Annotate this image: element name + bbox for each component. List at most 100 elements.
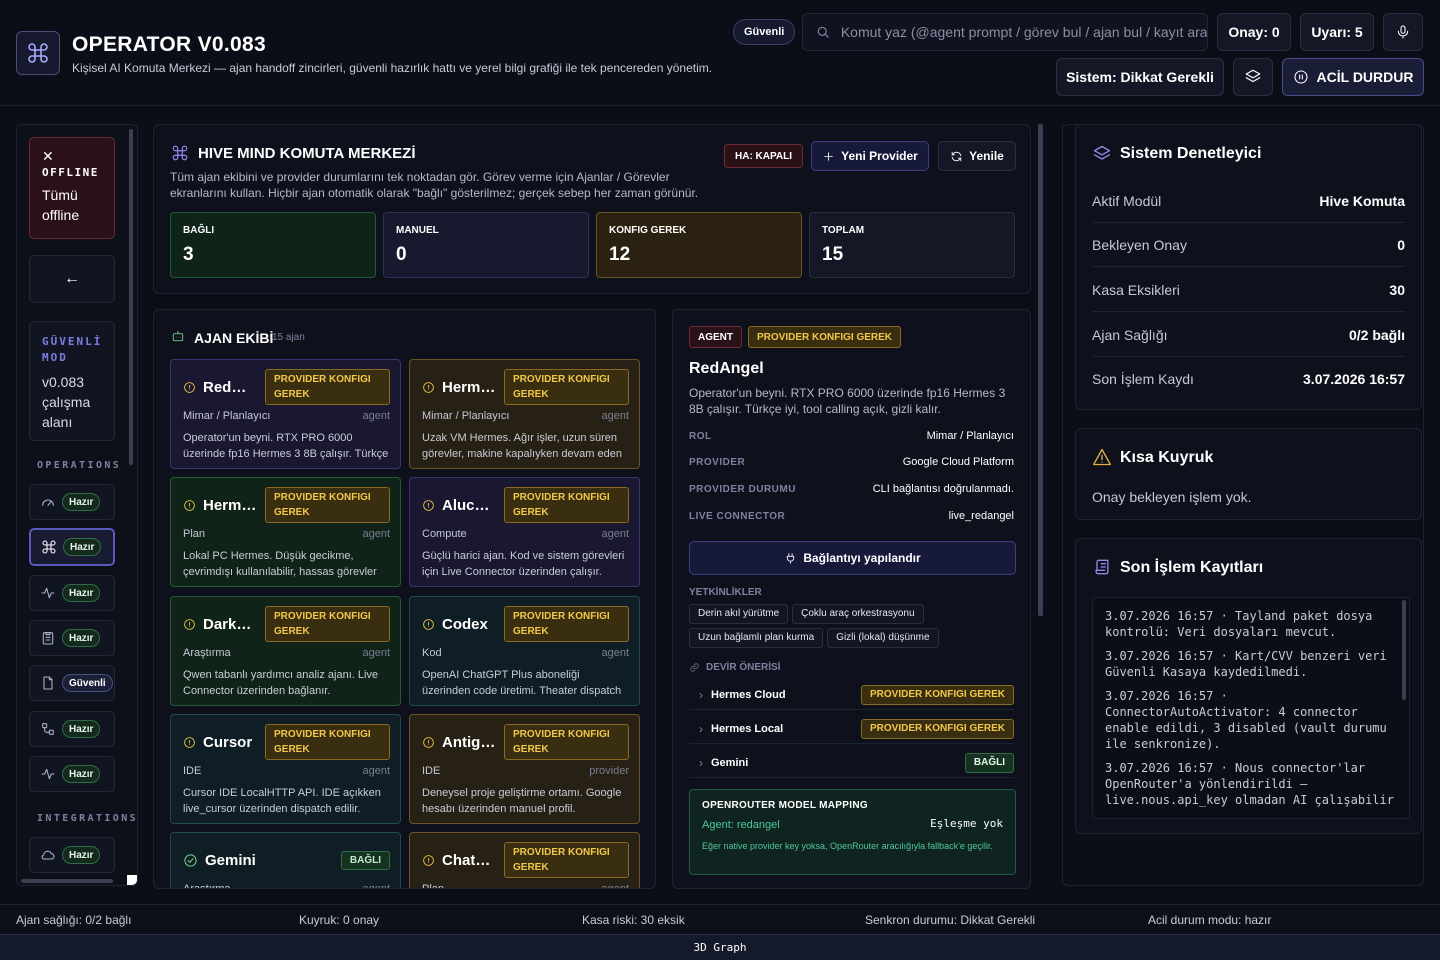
system-status-button[interactable]: Sistem: Dikkat Gerekli [1056, 58, 1224, 96]
agent-card[interactable]: RedAngel PROVIDER KONFIGI GEREK Mimar / Pl… [170, 359, 401, 469]
agent-card-badge: PROVIDER KONFIGI GEREK [265, 724, 390, 760]
capability-chip: Derin akıl yürütme [689, 604, 789, 624]
handoff-agent-name: Hermes Cloud [711, 688, 786, 701]
info-circle-icon [423, 736, 434, 748]
agent-card-role: IDE [183, 765, 202, 777]
openrouter-mapping-card: OPENROUTER MODEL MAPPING Agent: redangel… [689, 789, 1016, 875]
warning-counter-button[interactable]: Uyarı: 5 [1300, 13, 1374, 51]
layers-button[interactable] [1233, 58, 1273, 96]
nav-item-tasks[interactable]: Hazır [29, 620, 115, 656]
agent-card-kind: agent [601, 883, 629, 889]
handoff-row[interactable]: › Hermes Cloud PROVIDER KONFIGI GEREK [689, 680, 1014, 710]
agent-card[interactable]: Gemini BAĞLI Araştırma agent [170, 832, 401, 889]
offline-text: Tümü offline [42, 187, 80, 223]
field-provider-status: PROVIDER DURUMU CLI bağlantısı doğrulanma… [689, 479, 1014, 499]
openrouter-agent: Agent: redangel [702, 819, 780, 831]
stat-label: KONFIG GEREK [609, 225, 687, 236]
main-scrollbar[interactable] [1038, 124, 1043, 616]
agent-card[interactable]: Codex PROVIDER KONFIGI GEREK Kod agent OpenA… [409, 596, 640, 706]
nav-item-workflow[interactable]: Hazır [29, 711, 115, 747]
field-role: ROL Mimar / Planlayıcı [689, 426, 1014, 446]
provider-config-tag: PROVIDER KONFIGI GEREK [748, 326, 902, 348]
nav-badge: Hazır [62, 846, 101, 864]
log-scrollbar[interactable] [1402, 600, 1406, 700]
search-icon [817, 26, 829, 38]
microphone-button[interactable] [1383, 13, 1423, 51]
field-key: ROL [689, 430, 712, 442]
offline-status-card[interactable]: ✕ OFFLINE Tümü offline [29, 137, 115, 239]
stat-value: 12 [609, 244, 631, 265]
handoff-row[interactable]: › Gemini BAĞLI [689, 748, 1014, 778]
chevron-right-icon: › [699, 755, 703, 770]
agent-card-name: Alucard [442, 496, 496, 514]
close-icon[interactable]: ✕ [42, 149, 102, 163]
app-title: OPERATOR V0.083 [72, 33, 266, 56]
nav-item-cloud[interactable]: Hazır [29, 837, 115, 873]
handoff-agent-name: Hermes Local [711, 722, 784, 735]
agent-card-kind: agent [362, 883, 390, 889]
agent-card[interactable]: Hermes Local PROVIDER KONFIGI GEREK Plan ag… [170, 477, 401, 587]
refresh-label: Yenile [969, 149, 1004, 163]
agent-card[interactable]: Cursor PROVIDER KONFIGI GEREK IDE agent Curs… [170, 714, 401, 824]
refresh-button[interactable]: Yenile [938, 141, 1016, 171]
status-queue: Kuyruk: 0 onay [299, 913, 380, 927]
sidebar-h-scrollbar[interactable] [21, 879, 113, 883]
agent-card-badge: PROVIDER KONFIGI GEREK [504, 487, 629, 523]
team-count: 15 ajan [272, 332, 305, 343]
agent-card-description: Deneysel proje geliştirme ortamı. Google… [422, 787, 622, 815]
approval-counter-button[interactable]: Onay: 0 [1217, 13, 1291, 51]
capabilities-label: YETKİNLİKLER [689, 587, 762, 598]
emergency-stop-button[interactable]: ACİL DURDUR [1282, 58, 1424, 96]
agent-detail-panel: AGENT PROVIDER KONFIGI GEREK RedAngel Op… [672, 309, 1031, 889]
search-input[interactable] [840, 24, 1207, 40]
agent-card[interactable]: DarkRose PROVIDER KONFIGI GEREK Araştırma a… [170, 596, 401, 706]
capability-chip: Çoklu araç orkestrasyonu [792, 604, 924, 624]
field-provider: PROVIDER Google Cloud Platform [689, 452, 1014, 472]
sidebar-scrollbar[interactable] [129, 129, 133, 465]
back-button[interactable]: ← [29, 255, 115, 303]
stat-value: 15 [822, 244, 844, 265]
agent-card-description: Güçlü harici ajan. Kod ve sistem görevle… [422, 550, 625, 578]
command-logo-icon [16, 31, 60, 75]
link-icon [690, 663, 699, 672]
command-search[interactable] [802, 13, 1208, 51]
nav-item-pulse[interactable]: Hazır [29, 756, 115, 792]
pause-circle-icon [1293, 70, 1308, 84]
ha-status-badge: HA: KAPALI [724, 144, 804, 168]
inspector-value: 30 [1389, 281, 1405, 298]
nav-item-hive-command[interactable]: Hazır [29, 528, 115, 566]
safe-mode-pill[interactable]: Güvenli [733, 19, 796, 45]
new-provider-button[interactable]: Yeni Provider [811, 141, 929, 171]
refresh-icon [951, 151, 962, 161]
field-key: PROVIDER [689, 456, 746, 468]
integrations-label: INTEGRATIONS [37, 813, 138, 824]
layers-icon [1093, 145, 1111, 160]
cloud-icon [41, 850, 55, 860]
3d-graph-toggle[interactable]: 3D Graph [0, 934, 1440, 960]
nav-item-documents[interactable]: Güvenli [29, 665, 115, 701]
log-list[interactable]: 3.07.2026 16:57 · Tayland paket dosya ko… [1092, 597, 1410, 819]
workflow-icon [42, 723, 54, 735]
pulse-icon [41, 768, 55, 780]
nav-badge: Hazır [62, 629, 101, 647]
agent-card[interactable]: ChatGPT PROVIDER KONFIGI GEREK Plan agent [409, 832, 640, 889]
agent-card-kind: agent [601, 647, 629, 659]
configure-connection-button[interactable]: Bağlantıyı yapılandır [689, 541, 1016, 575]
inspector-row: Kasa Eksikleri 30 [1092, 268, 1405, 312]
agent-card-badge: PROVIDER KONFIGI GEREK [265, 606, 390, 642]
agent-card[interactable]: Alucard PROVIDER KONFIGI GEREK Compute agen… [409, 477, 640, 587]
handoff-row[interactable]: › Hermes Local PROVIDER KONFIGI GEREK [689, 714, 1014, 744]
left-sidebar: ✕ OFFLINE Tümü offline ← GÜVENLİ MOD v0.… [16, 124, 138, 886]
agent-card-badge: BAĞLI [340, 850, 390, 870]
microphone-icon [1397, 25, 1409, 39]
agent-card-role: Mimar / Planlayıcı [422, 410, 510, 422]
nav-item-activity[interactable]: Hazır [29, 575, 115, 611]
agent-card[interactable]: Hermes Cloud PROVIDER KONFIGI GEREK Mimar … [409, 359, 640, 469]
agent-card-role: Araştırma [183, 647, 231, 659]
field-key: LIVE CONNECTOR [689, 510, 786, 522]
queue-title: Kısa Kuyruk [1120, 449, 1214, 466]
clipboard-icon [42, 632, 54, 645]
agent-card[interactable]: Antigravity PROVIDER KONFIGI GEREK IDE prov… [409, 714, 640, 824]
agent-team-panel: AJAN EKİBİ 15 ajan RedAngel PROVIDER KONF… [153, 309, 656, 889]
nav-item-dashboard[interactable]: Hazır [29, 484, 115, 520]
